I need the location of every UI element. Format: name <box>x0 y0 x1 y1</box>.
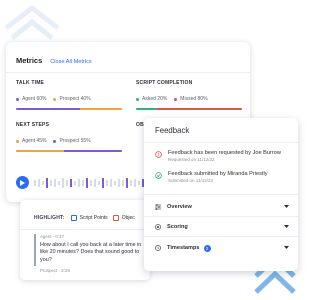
talk-time-agent-segment <box>16 108 80 110</box>
waveform[interactable] <box>34 177 150 189</box>
next-steps-bar <box>16 150 122 152</box>
talk-time-legend: Agent 60% Prospect 40% <box>16 96 98 102</box>
transcript-panel: HIGHLIGHT: Script Points Objec Agent - 0… <box>20 200 150 280</box>
asked-dot <box>136 97 139 101</box>
next-steps-legend: Agent 45% Prospect 55% <box>16 138 98 144</box>
feedback-title: Feedback <box>155 126 190 135</box>
objections-option-label: Objec <box>121 215 135 221</box>
play-icon <box>20 179 25 186</box>
script-completion-label: SCRIPT COMPLETION <box>136 80 193 86</box>
check-circle-icon <box>155 172 162 179</box>
sliders-icon <box>155 204 161 210</box>
divider <box>6 72 250 73</box>
agent-dot <box>16 97 19 101</box>
chevron-decoration-top <box>4 4 60 40</box>
next-steps-agent: Agent 45% <box>22 138 47 144</box>
script-missed-segment <box>157 108 242 110</box>
script-asked-segment <box>136 108 158 110</box>
chevron-down-icon <box>284 205 289 208</box>
highlight-filter: HIGHLIGHT: Script Points Objec <box>34 215 140 221</box>
feedback-item-submitted[interactable]: Feedback submitted by Miranda Priestly S… <box>155 171 268 184</box>
divider <box>144 142 298 143</box>
divider <box>144 194 298 195</box>
objections-checkbox[interactable]: Objec <box>112 215 135 221</box>
prospect-dot <box>53 139 57 143</box>
speaker-prospect: Prospect - 2:29 <box>40 268 70 273</box>
close-all-metrics-link[interactable]: Close All Metrics <box>50 59 91 65</box>
speaker-agent: Agent - 0:37 <box>40 234 64 239</box>
count-badge: 2 <box>203 244 211 252</box>
next-steps-prospect-segment <box>63 150 122 152</box>
missed-dot <box>174 97 178 101</box>
play-button[interactable] <box>16 176 29 189</box>
checkbox-icon <box>70 215 77 221</box>
prospect-dot <box>53 97 57 101</box>
accordion-overview[interactable]: Overview <box>155 202 289 212</box>
utterance-marker <box>34 234 36 266</box>
feedback-item-date: Requested on 11/12/22 <box>168 157 215 162</box>
accordion-scoring[interactable]: Scoring <box>155 222 289 232</box>
talk-time-prospect: Prospect 40% <box>59 96 91 102</box>
feedback-item-text: Feedback has been requested by Joe Burro… <box>168 150 281 156</box>
accordion-label: Overview <box>167 204 192 210</box>
target-icon <box>155 224 161 230</box>
highlight-label: HIGHLIGHT: <box>34 215 65 221</box>
divider <box>144 236 298 237</box>
talk-time-prospect-segment <box>79 108 122 110</box>
feedback-item-requested[interactable]: Feedback has been requested by Joe Burro… <box>155 150 281 163</box>
utterance-text: How about I call you back at a later tim… <box>40 242 142 263</box>
next-steps-label: NEXT STEPS <box>16 122 50 128</box>
divider <box>20 229 150 230</box>
divider <box>144 216 298 217</box>
talk-time-label: TALK TIME <box>16 80 45 86</box>
script-points-checkbox[interactable]: Script Points <box>70 215 108 221</box>
script-points-label: Script Points <box>79 215 108 221</box>
agent-dot <box>16 139 19 143</box>
accordion-label: Timestamps <box>167 245 200 251</box>
chevron-down-icon <box>284 246 289 249</box>
script-missed: Missed 80% <box>180 96 208 102</box>
feedback-panel: Feedback Feedback has been requested by … <box>144 118 298 271</box>
chevron-down-icon <box>284 225 289 228</box>
talk-time-agent: Agent 60% <box>22 96 47 102</box>
script-completion-legend: Asked 20% Missed 80% <box>136 96 215 102</box>
accordion-timestamps[interactable]: Timestamps 2 <box>155 243 289 253</box>
feedback-item-date: Submitted on 11/12/22 <box>168 178 213 183</box>
metrics-title: Metrics <box>16 56 43 65</box>
audio-player <box>16 175 150 191</box>
script-completion-bar <box>136 108 242 110</box>
metrics-header: Metrics Close All Metrics <box>16 56 92 65</box>
alert-circle-icon <box>155 151 162 158</box>
feedback-item-text: Feedback submitted by Miranda Priestly <box>168 171 268 177</box>
next-steps-prospect: Prospect 55% <box>59 138 91 144</box>
script-asked: Asked 20% <box>142 96 168 102</box>
clock-icon <box>155 245 161 251</box>
talk-time-bar <box>16 108 122 110</box>
next-steps-agent-segment <box>16 150 64 152</box>
checkbox-icon <box>112 215 119 221</box>
accordion-label: Scoring <box>167 224 188 230</box>
